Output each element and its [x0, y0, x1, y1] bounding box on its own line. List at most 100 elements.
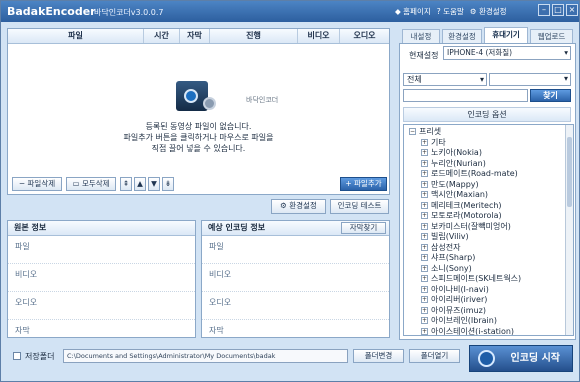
help-link[interactable]: ? 도움말: [437, 6, 464, 17]
tab-mobile-devices[interactable]: 휴대기기: [484, 27, 528, 43]
expand-icon[interactable]: +: [421, 138, 428, 146]
tree-item[interactable]: + 삼성전자: [409, 243, 573, 254]
tree-item-label: 소니(Sony): [431, 263, 472, 273]
tree-item[interactable]: + 노키아(Nokia): [409, 148, 573, 159]
save-folder-label: 저장폴더: [25, 352, 55, 361]
remove-all-button[interactable]: ▭ 모두삭제: [66, 177, 116, 191]
expand-icon[interactable]: +: [421, 201, 428, 209]
tree-item[interactable]: + 아이뮤즈(imuz): [409, 306, 573, 317]
expand-icon[interactable]: +: [421, 222, 428, 230]
col-video[interactable]: 비디오: [298, 29, 340, 43]
film-icon: [478, 350, 495, 367]
col-subtitle[interactable]: 자막: [180, 29, 210, 43]
tree-root-presets[interactable]: − 프리셋: [409, 127, 573, 138]
tab-web-upload[interactable]: 웹업로드: [530, 29, 573, 43]
tree-item-label: 빌립(Viliv): [431, 232, 469, 241]
col-progress[interactable]: 진행: [210, 29, 298, 43]
close-button[interactable]: ×: [566, 4, 578, 16]
expand-icon[interactable]: +: [421, 317, 428, 324]
expected-info-panel: 예상 인코딩 정보 자막찾기 파일 비디오 오디오 자막: [201, 220, 390, 338]
tab-environment[interactable]: 환경설정: [442, 29, 482, 43]
expand-icon[interactable]: +: [421, 159, 428, 167]
empty-message-1: 등록된 동영상 파일이 없습니다.: [145, 122, 252, 131]
tree-item[interactable]: + 스피드메이트(SK네트웍스): [409, 274, 573, 285]
tree-item[interactable]: + 기타: [409, 138, 573, 149]
expand-icon[interactable]: +: [421, 212, 428, 219]
tree-item-label: 모토로라(Motorola): [431, 211, 502, 220]
save-folder-path[interactable]: C:\Documents and Settings\Administrator\…: [63, 349, 348, 363]
start-encoding-button[interactable]: 인코딩 시작: [469, 345, 573, 372]
expand-icon[interactable]: +: [421, 233, 428, 240]
tree-item-label: 메리테크(Meritech): [431, 200, 502, 210]
save-folder-checkbox[interactable]: [13, 352, 21, 360]
move-top-button[interactable]: ⇞: [120, 177, 132, 191]
expand-icon[interactable]: +: [421, 264, 428, 272]
preset-select[interactable]: IPHONE-4 (저화질) ▾: [443, 46, 571, 60]
encoding-test-button[interactable]: 인코딩 테스트: [330, 199, 389, 214]
tree-item[interactable]: + 누리안(Nurian): [409, 159, 573, 170]
expand-icon[interactable]: +: [421, 191, 428, 198]
move-up-button[interactable]: ▲: [134, 177, 146, 191]
change-folder-button[interactable]: 폴더변경: [353, 349, 404, 363]
chevron-down-icon: ▾: [564, 48, 568, 57]
expand-icon[interactable]: +: [421, 180, 428, 188]
tree-item[interactable]: + 아이스테이션(i-station): [409, 326, 573, 336]
settings-button[interactable]: ⚙ 환경설정: [271, 199, 326, 214]
col-file[interactable]: 파일: [8, 29, 144, 43]
tree-item-label: 로드메이트(Road-mate): [431, 169, 518, 178]
chevron-down-icon: ▾: [563, 74, 568, 83]
tree-item-label: 누리안(Nurian): [431, 158, 486, 168]
original-audio-label: 오디오: [8, 292, 195, 320]
tree-item[interactable]: + 보카미스터(잘빽미엉어): [409, 222, 573, 233]
expand-icon[interactable]: +: [421, 327, 428, 335]
tree-item-label: 맥시안(Maxian): [431, 190, 489, 199]
minimize-button[interactable]: –: [538, 4, 550, 16]
tree-item[interactable]: + 맥시안(Maxian): [409, 190, 573, 201]
home-link[interactable]: ◆ 홈페이지: [395, 6, 431, 17]
expand-icon[interactable]: +: [421, 296, 428, 303]
expected-file-label: 파일: [202, 236, 389, 264]
original-info-title: 원본 정보: [8, 221, 195, 236]
col-audio[interactable]: 오디오: [340, 29, 389, 43]
tree-scrollbar[interactable]: [565, 125, 573, 335]
open-folder-button[interactable]: 폴더열기: [409, 349, 460, 363]
expand-icon[interactable]: +: [421, 275, 428, 282]
tree-item[interactable]: + 아이브레인(Ibrain): [409, 316, 573, 327]
tree-item[interactable]: + 아이리버(iriver): [409, 295, 573, 306]
expand-icon[interactable]: +: [421, 170, 428, 177]
tree-item[interactable]: + 로드메이트(Road-mate): [409, 169, 573, 180]
expand-icon[interactable]: +: [421, 306, 428, 314]
tree-item[interactable]: + 아이나비(I-navi): [409, 285, 573, 296]
tree-item-label: 스피드메이트(SK네트웍스): [431, 274, 522, 283]
original-info-panel: 원본 정보 파일 비디오 오디오 자막: [7, 220, 196, 338]
maximize-button[interactable]: □: [552, 4, 564, 16]
subcategory-select[interactable]: ▾: [489, 73, 571, 86]
tree-item-label: 아이스테이션(i-station): [431, 326, 515, 336]
tree-item[interactable]: + 샤프(Sharp): [409, 253, 573, 264]
remove-file-button[interactable]: − 파일삭제: [12, 177, 62, 191]
tree-item-label: 기타: [431, 137, 446, 147]
expand-icon[interactable]: +: [421, 254, 428, 261]
tree-item[interactable]: + 모토로라(Motorola): [409, 211, 573, 222]
expected-audio-label: 오디오: [202, 292, 389, 320]
category-select[interactable]: 전체 ▾: [403, 73, 487, 86]
expand-icon[interactable]: +: [421, 243, 428, 251]
empty-state: 바닥인코더 등록된 동영상 파일이 없습니다. 파일추가 버튼을 클릭하거나 마…: [8, 77, 389, 154]
add-file-button[interactable]: + 파일추가: [340, 177, 387, 191]
tree-item[interactable]: + 메리테크(Meritech): [409, 201, 573, 212]
tree-item[interactable]: + 소니(Sony): [409, 264, 573, 275]
tab-my-settings[interactable]: 내설정: [402, 29, 440, 43]
col-time[interactable]: 시간: [144, 29, 180, 43]
find-subtitle-button[interactable]: 자막찾기: [341, 222, 386, 234]
settings-link[interactable]: ⚙ 환경설정: [470, 6, 507, 17]
search-button[interactable]: 찾기: [530, 89, 571, 102]
tree-item[interactable]: + 만도(Mappy): [409, 180, 573, 191]
expand-icon[interactable]: +: [421, 149, 428, 156]
move-bottom-button[interactable]: ⇟: [162, 177, 174, 191]
device-search-input[interactable]: [403, 89, 528, 102]
expand-icon[interactable]: +: [421, 285, 428, 293]
move-down-button[interactable]: ▼: [148, 177, 160, 191]
tree-item-label: 아이나비(I-navi): [431, 284, 489, 294]
tree-item[interactable]: + 빌립(Viliv): [409, 232, 573, 243]
tree-item-label: 만도(Mappy): [431, 179, 479, 189]
